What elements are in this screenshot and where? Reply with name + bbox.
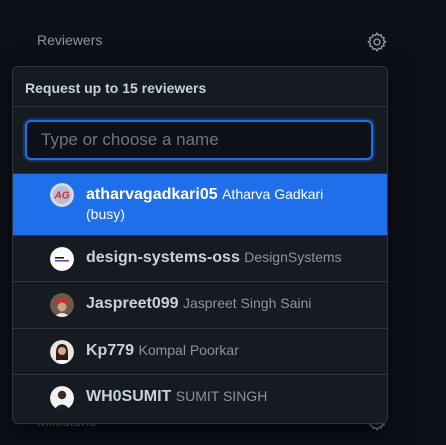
reviewer-name: SUMIT SINGH xyxy=(175,388,268,404)
reviewer-name: DesignSystems xyxy=(244,249,342,265)
reviewer-name: Atharva Gadkari xyxy=(222,186,324,202)
reviewer-option[interactable]: Jaspreet099 Jaspreet Singh Saini xyxy=(13,282,387,329)
page: Reviewers Milestone Request up to 15 rev… xyxy=(0,0,446,445)
reviewer-login: WH0SUMIT xyxy=(86,388,172,405)
avatar xyxy=(50,340,74,364)
reviewers-popover: Request up to 15 reviewers AG atharvagad… xyxy=(12,66,388,424)
svg-text:AG: AG xyxy=(54,191,70,202)
reviewer-name: Kompal Poorkar xyxy=(138,342,239,358)
avatar: AG xyxy=(50,183,74,207)
reviewers-heading: Reviewers xyxy=(37,32,103,48)
avatar xyxy=(50,293,74,317)
reviewer-option[interactable]: AG atharvagadkari05 Atharva Gadkari (bus… xyxy=(13,174,387,236)
reviewer-login: Jaspreet099 xyxy=(86,295,179,312)
reviewer-search-input[interactable] xyxy=(25,120,373,160)
reviewer-option[interactable]: design-systems-oss DesignSystems xyxy=(13,236,387,282)
popover-title: Request up to 15 reviewers xyxy=(13,67,387,107)
reviewer-name: Jaspreet Singh Saini xyxy=(182,295,312,311)
reviewer-login: atharvagadkari05 xyxy=(86,186,218,203)
avatar xyxy=(50,386,74,410)
reviewer-status: (busy) xyxy=(86,206,125,222)
reviewer-option[interactable]: WH0SUMIT SUMIT SINGH xyxy=(13,375,387,423)
reviewer-login: Kp779 xyxy=(86,342,135,359)
reviewer-option[interactable]: Kp779 Kompal Poorkar xyxy=(13,329,387,375)
filter-area xyxy=(13,107,387,174)
avatar xyxy=(50,247,74,271)
reviewer-login: design-systems-oss xyxy=(86,249,240,266)
gear-icon[interactable] xyxy=(366,31,388,53)
